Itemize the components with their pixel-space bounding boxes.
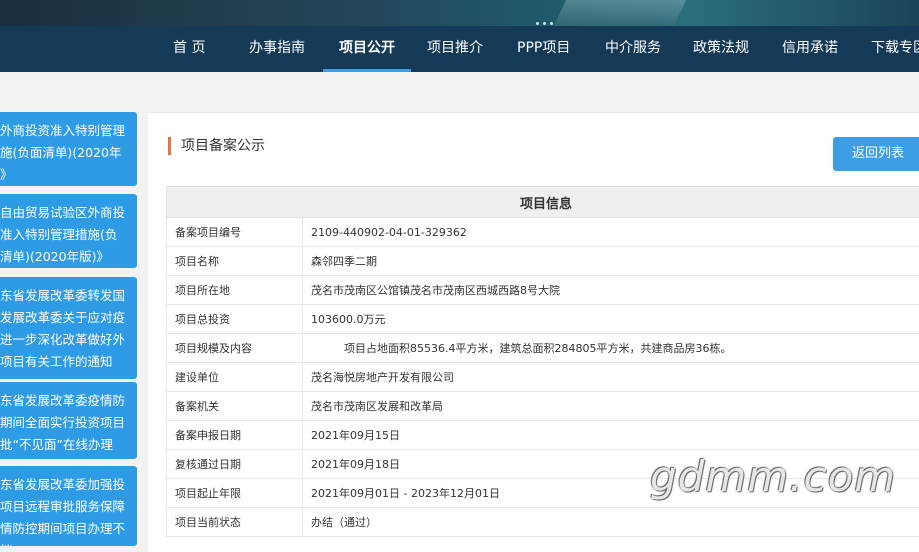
sidebar-card[interactable]: 东省发展改革委疫情防 期间全面实行投资项目 批“不见面”在线办理 — [0, 382, 137, 459]
sidebar-card-line: 发展改革委关于应对疫 — [0, 307, 131, 329]
sidebar-card-line: 情防控期间项目办理不 — [0, 518, 131, 540]
table-row: 项目所在地茂名市茂南区公馆镇茂名市茂南区西城西路8号大院 — [167, 276, 919, 305]
row-label: 项目所在地 — [167, 276, 303, 305]
nav-item-policy[interactable]: 政策法规 — [693, 26, 749, 72]
sidebar-card-line: 进一步深化改革做好外 — [0, 329, 131, 351]
sidebar-card-line: 清单)(2020年版)》 — [0, 246, 131, 268]
sidebar-card-line: 批“不见面”在线办理 — [0, 434, 131, 456]
table-row: 备案项目编号2109-440902-04-01-329362 — [167, 218, 919, 247]
row-value: 森邻四季二期 — [303, 247, 919, 276]
row-label: 项目总投资 — [167, 305, 303, 334]
row-value: 103600.0万元 — [303, 305, 919, 334]
row-label: 建设单位 — [167, 363, 303, 392]
nav-item-projects[interactable]: 项目公开 — [339, 26, 395, 72]
row-value: 项目占地面积85536.4平方米，建筑总面积284805平方米，共建商品房36栋… — [303, 334, 919, 363]
table-row: 备案申报日期2021年09月15日 — [167, 421, 919, 450]
nav-item-credit[interactable]: 信用承诺 — [782, 26, 838, 72]
sidebar-card[interactable]: 东省发展改革委转发国 发展改革委关于应对疫 进一步深化改革做好外 项目有关工作的… — [0, 277, 137, 379]
nav-item-ppp[interactable]: PPP项目 — [517, 26, 570, 72]
table-row: 项目名称森邻四季二期 — [167, 247, 919, 276]
sidebar-card-line: 项目有关工作的通知 — [0, 351, 131, 373]
table-header: 项目信息 — [167, 187, 919, 218]
sidebar-card-line: 项目远程审批服务保障 — [0, 496, 131, 518]
row-value: 2109-440902-04-01-329362 — [303, 218, 919, 247]
sidebar-card-line: 自由贸易试验区外商投 — [0, 202, 131, 224]
row-label: 项目名称 — [167, 247, 303, 276]
sidebar-card[interactable]: 外商投资准入特别管理 施(负面清单)(2020年 》 — [0, 112, 137, 186]
row-label: 备案项目编号 — [167, 218, 303, 247]
row-value: 茂名市茂南区发展和改革局 — [303, 392, 919, 421]
sidebar-card-line: 档 — [0, 540, 131, 546]
section-title: 项目备案公示 — [168, 137, 265, 155]
sidebar-card-line: 东省发展改革委疫情防 — [0, 390, 131, 412]
table-row: 建设单位茂名海悦房地产开发有限公司 — [167, 363, 919, 392]
row-value: 茂名市茂南区公馆镇茂名市茂南区西城西路8号大院 — [303, 276, 919, 305]
banner-carousel-dots[interactable] — [536, 22, 553, 25]
table-row: 项目总投资103600.0万元 — [167, 305, 919, 334]
sidebar-card-line: 施(负面清单)(2020年 — [0, 142, 131, 164]
sidebar-card-line: 准入特别管理措施(负 — [0, 224, 131, 246]
sidebar-card-line: 东省发展改革委转发国 — [0, 285, 131, 307]
main-nav: 首 页 办事指南 项目公开 项目推介 PPP项目 中介服务 政策法规 信用承诺 … — [0, 26, 919, 72]
row-value: 茂名海悦房地产开发有限公司 — [303, 363, 919, 392]
sidebar-card-line: 外商投资准入特别管理 — [0, 120, 131, 142]
row-label: 备案机关 — [167, 392, 303, 421]
nav-item-agency[interactable]: 中介服务 — [605, 26, 661, 72]
watermark-logo: gdmm.com — [650, 452, 896, 501]
sidebar-card[interactable]: 自由贸易试验区外商投 准入特别管理措施(负 清单)(2020年版)》 — [0, 194, 137, 268]
row-label: 项目规模及内容 — [167, 334, 303, 363]
header-banner — [0, 0, 919, 26]
banner-bridge-image — [554, 0, 686, 26]
row-label: 复核通过日期 — [167, 450, 303, 479]
nav-item-home[interactable]: 首 页 — [173, 26, 205, 72]
sidebar-card-line: 期间全面实行投资项目 — [0, 412, 131, 434]
table-row: 项目当前状态办结（通过） — [167, 508, 919, 537]
row-value: 办结（通过） — [303, 508, 919, 537]
table-row: 备案机关茂名市茂南区发展和改革局 — [167, 392, 919, 421]
sidebar-card-line: 》 — [0, 164, 131, 186]
nav-item-promotion[interactable]: 项目推介 — [427, 26, 483, 72]
row-label: 项目当前状态 — [167, 508, 303, 537]
row-label: 备案申报日期 — [167, 421, 303, 450]
nav-item-guide[interactable]: 办事指南 — [249, 26, 305, 72]
sidebar-card[interactable]: 东省发展改革委加强投 项目远程审批服务保障 情防控期间项目办理不 档 — [0, 466, 137, 546]
sidebar-card-line: 东省发展改革委加强投 — [0, 474, 131, 496]
nav-item-download[interactable]: 下载专区 — [871, 26, 919, 72]
row-label: 项目起止年限 — [167, 479, 303, 508]
table-row: 项目规模及内容 项目占地面积85536.4平方米，建筑总面积284805平方米，… — [167, 334, 919, 363]
row-value: 2021年09月15日 — [303, 421, 919, 450]
back-to-list-button[interactable]: 返回列表 — [833, 137, 919, 171]
